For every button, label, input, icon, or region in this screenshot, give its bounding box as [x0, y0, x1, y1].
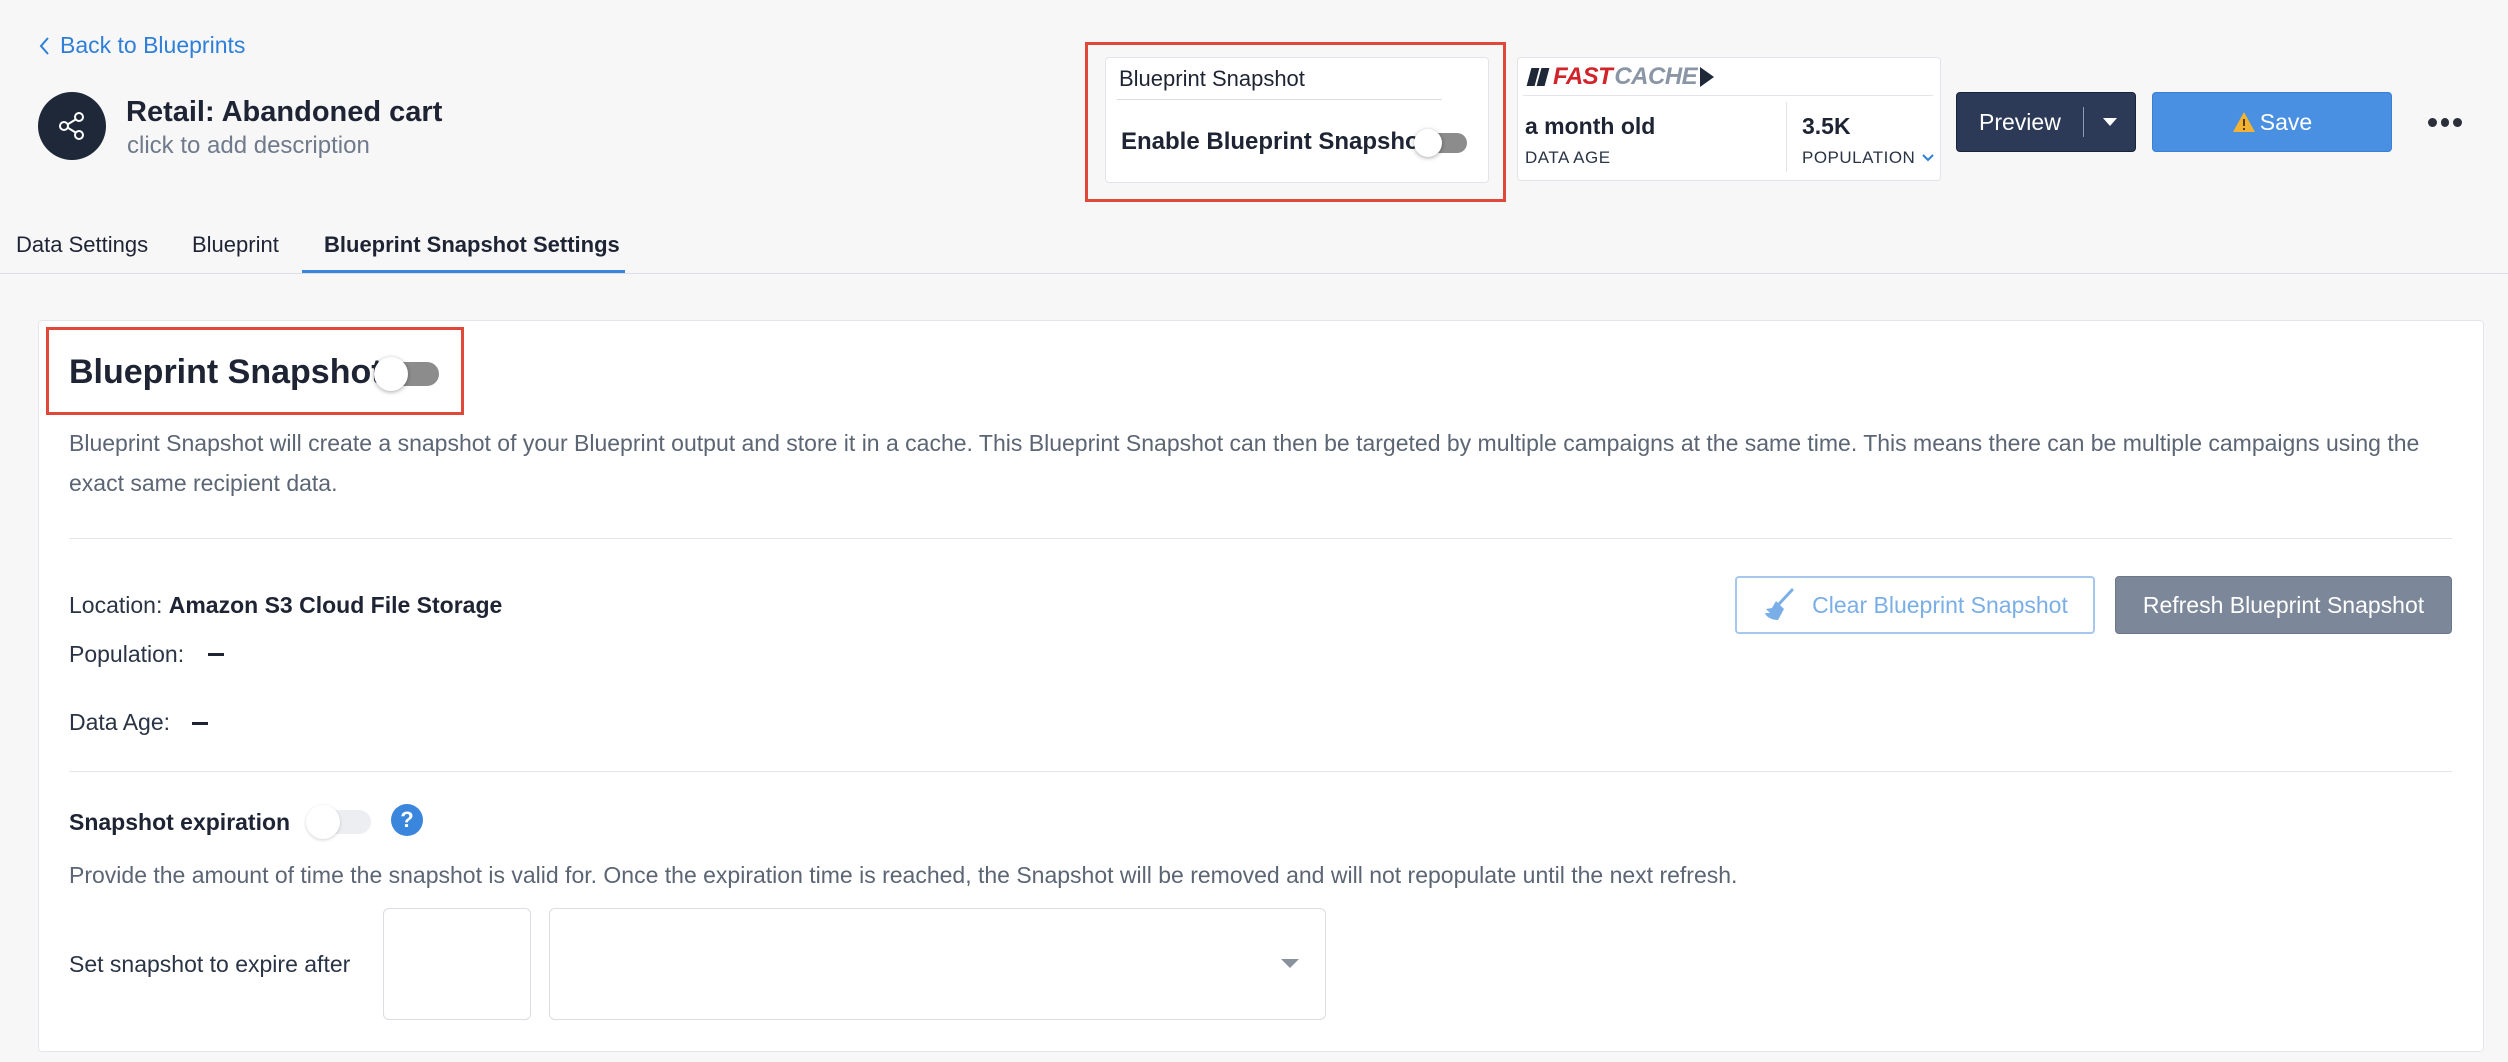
- blueprint-snapshot-toggle[interactable]: [374, 357, 439, 391]
- save-label: Save: [2259, 108, 2313, 135]
- tab-data-settings[interactable]: Data Settings: [16, 232, 148, 258]
- tab-blueprint-snapshot-settings[interactable]: Blueprint Snapshot Settings: [324, 232, 620, 258]
- caret-down-icon: [2102, 118, 2117, 126]
- enable-snapshot-label: Enable Blueprint Snapshot: [1121, 128, 1428, 155]
- chevron-left-icon: [39, 36, 49, 55]
- tab-blueprint[interactable]: Blueprint: [192, 232, 279, 258]
- help-icon[interactable]: ?: [391, 804, 423, 836]
- enable-snapshot-toggle[interactable]: [1414, 129, 1467, 157]
- population-value: 3.5K: [1802, 113, 1851, 139]
- preview-button[interactable]: Preview: [1956, 92, 2136, 152]
- chevron-down-icon: [1922, 154, 1935, 162]
- blueprint-avatar: [38, 92, 106, 160]
- toggle-knob: [306, 805, 340, 839]
- clear-snapshot-button[interactable]: Clear Blueprint Snapshot: [1735, 576, 2095, 634]
- save-button[interactable]: Save: [2152, 92, 2392, 152]
- preview-label: Preview: [1979, 108, 2061, 135]
- data-age-empty-value: [192, 722, 208, 725]
- location-label: Location:: [69, 592, 163, 618]
- snapshot-expiration-label: Snapshot expiration: [69, 809, 291, 835]
- toggle-knob: [1414, 129, 1442, 157]
- clear-snapshot-label: Clear Blueprint Snapshot: [1812, 591, 2068, 618]
- population-label: Population:: [69, 641, 185, 667]
- snapshot-mini-divider: [1117, 99, 1442, 100]
- snapshot-mini-title: Blueprint Snapshot: [1119, 66, 1305, 91]
- expiration-amount-input[interactable]: [383, 908, 531, 1020]
- fastcache-separator: [1786, 102, 1787, 172]
- share-nodes-icon: [59, 112, 84, 140]
- fastcache-divider: [1523, 95, 1933, 96]
- broom-icon: [1765, 588, 1794, 620]
- refresh-snapshot-button[interactable]: Refresh Blueprint Snapshot: [2115, 576, 2452, 634]
- location-value: Amazon S3 Cloud File Storage: [168, 592, 503, 618]
- section-divider: [69, 771, 2452, 772]
- toggle-knob: [374, 357, 408, 391]
- back-link-label: Back to Blueprints: [60, 32, 246, 58]
- tabs-divider: [0, 273, 2508, 274]
- data-age-value: a month old: [1525, 113, 1656, 139]
- snapshot-section-title: Blueprint Snapshot: [69, 353, 383, 391]
- population-dropdown[interactable]: POPULATION: [1802, 148, 1935, 168]
- warning-icon: [2232, 112, 2255, 132]
- active-tab-indicator: [302, 270, 625, 273]
- expire-after-label: Set snapshot to expire after: [69, 951, 351, 977]
- expiration-description: Provide the amount of time the snapshot …: [69, 862, 1738, 888]
- location-row: Location: Amazon S3 Cloud File Storage: [69, 592, 502, 619]
- population-empty-value: [208, 653, 224, 656]
- data-age-label: DATA AGE: [1525, 148, 1611, 167]
- snapshot-expiration-toggle[interactable]: [306, 805, 371, 839]
- snapshot-description: Blueprint Snapshot will create a snapsho…: [69, 430, 2420, 496]
- blueprint-description[interactable]: click to add description: [127, 132, 370, 160]
- fastcache-logo: FAST CACHE: [1526, 63, 1715, 90]
- expiration-unit-select[interactable]: [549, 908, 1326, 1020]
- preview-dropdown-toggle[interactable]: [2084, 118, 2135, 126]
- back-to-blueprints-link[interactable]: Back to Blueprints: [38, 32, 245, 59]
- dropdown-arrow-icon: [1281, 959, 1299, 968]
- population-label: POPULATION: [1802, 148, 1916, 167]
- section-divider: [69, 538, 2452, 539]
- blueprint-title[interactable]: Retail: Abandoned cart: [126, 96, 442, 129]
- more-options-icon[interactable]: [2428, 112, 2463, 132]
- data-age-label: Data Age:: [69, 709, 171, 735]
